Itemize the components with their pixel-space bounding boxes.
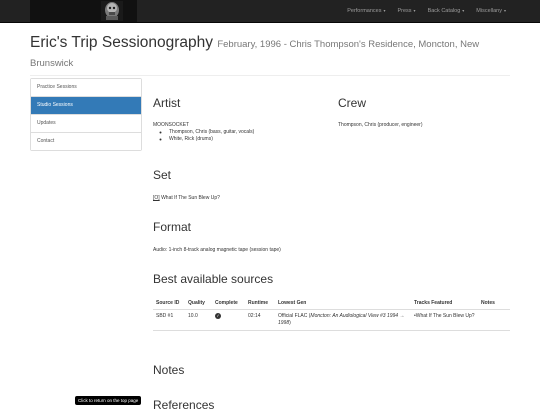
gen-suffix: ) [289, 320, 291, 326]
set-heading: Set [153, 168, 172, 182]
sidebar-item-contact[interactable]: Contact [31, 133, 141, 150]
caret-down-icon: ▾ [413, 8, 416, 13]
column-header: Notes [478, 298, 510, 310]
source-tracks: •What If The Sun Blew Up? [411, 309, 478, 331]
format-heading: Format [153, 220, 192, 234]
notes-heading: Notes [153, 363, 185, 377]
sources-table: Source ID Quality Complete Runtime Lowes… [153, 298, 510, 331]
sidebar-item-studio-sessions[interactable]: Studio Sessions [31, 97, 141, 115]
column-header: Tracks Featured [411, 298, 478, 310]
page-header: Eric's Trip Sessionography February, 199… [30, 33, 510, 76]
crew-member: Thompson, Chris (producer, engineer) [338, 122, 423, 128]
list-item: White, Rick (drums) [169, 136, 323, 143]
nav-label: Performances [347, 8, 382, 14]
nav-miscellany[interactable]: Miscellany ▾ [470, 0, 512, 22]
column-header: Quality [185, 298, 212, 310]
nav-back-catalog[interactable]: Back Catalog ▾ [422, 0, 471, 22]
set-song: What If The Sun Blew Up? [161, 195, 220, 201]
gen-prefix: Official FLAC ( [278, 313, 311, 319]
set-marker-link[interactable]: [O] [153, 195, 160, 201]
references-heading: References [153, 398, 215, 412]
nav-label: Press [397, 8, 412, 14]
sources-heading: Best available sources [153, 272, 274, 286]
list-item: Thompson, Chris (bass, guitar, vocals) [169, 129, 323, 136]
nav-label: Miscellany [476, 8, 502, 14]
format-text: Audio: 1-inch 8-track analog magnetic ta… [153, 247, 281, 253]
page-title: Eric's Trip Sessionography February, 199… [30, 33, 510, 71]
column-header: Complete [212, 298, 245, 310]
brand-link[interactable] [30, 0, 137, 22]
caret-down-icon: ▾ [462, 8, 465, 13]
sidebar-item-practice-sessions[interactable]: Practice Sessions [31, 79, 141, 97]
sidebar-item-updates[interactable]: Updates [31, 115, 141, 133]
source-notes [478, 309, 510, 331]
nav-press[interactable]: Press ▾ [391, 0, 421, 22]
table-header-row: Source ID Quality Complete Runtime Lowes… [153, 298, 510, 310]
caret-down-icon: ▾ [383, 8, 386, 13]
column-header: Runtime [245, 298, 275, 310]
page-title-text: Eric's Trip Sessionography [30, 34, 214, 51]
source-runtime: 02:14 [245, 309, 275, 331]
top-navbar: Performances ▾ Press ▾ Back Catalog ▾ Misce… [0, 0, 540, 23]
column-header: Source ID [153, 298, 185, 310]
check-circle-icon: ✓ [215, 313, 221, 319]
caret-down-icon: ▾ [503, 8, 506, 13]
artist-heading: Artist [153, 96, 181, 110]
sidebar-nav: Practice Sessions Studio Sessions Update… [30, 78, 142, 151]
band-name: MOONSOCKET [153, 122, 190, 128]
column-header: Lowest Gen [275, 298, 411, 310]
source-complete: ✓ [212, 309, 245, 331]
table-row: SBD #1 10.0 ✓ 02:14 Official FLAC (Monct… [153, 309, 510, 331]
back-to-top-tooltip[interactable]: Click to return on the top page [75, 396, 142, 405]
band-logo-icon [101, 1, 123, 21]
artist-block: MOONSOCKET Thompson, Chris (bass, guitar… [153, 122, 323, 143]
nav-performances[interactable]: Performances ▾ [341, 0, 391, 22]
set-entry: [O] What If The Sun Blew Up? [153, 195, 453, 202]
crew-heading: Crew [338, 96, 367, 110]
source-lowest-gen: Official FLAC (Moncton: An Audiological … [275, 309, 411, 331]
nav-label: Back Catalog [427, 8, 461, 14]
source-id: SBD #1 [153, 309, 185, 331]
source-quality: 10.0 [185, 309, 212, 331]
navbar-menu: Performances ▾ Press ▾ Back Catalog ▾ Misce… [341, 0, 512, 22]
member-list: Thompson, Chris (bass, guitar, vocals) W… [153, 129, 323, 143]
